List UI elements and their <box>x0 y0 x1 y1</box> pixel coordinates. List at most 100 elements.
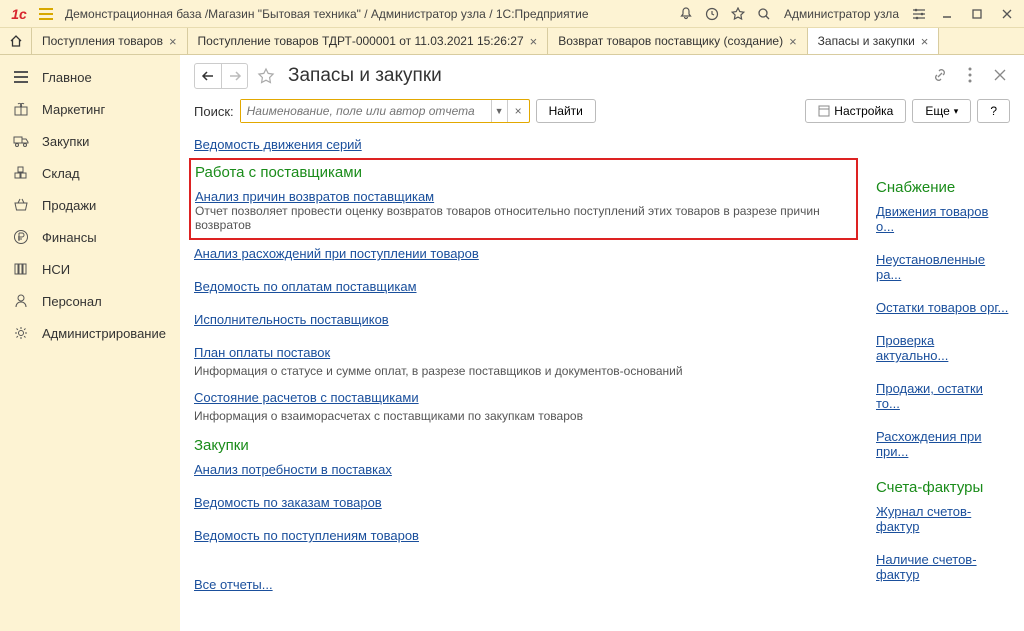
report-link-returns-analysis[interactable]: Анализ причин возвратов поставщикам <box>195 189 434 204</box>
tab-return[interactable]: Возврат товаров поставщику (создание) × <box>548 28 807 54</box>
report-description: Информация о статусе и сумме оплат, в ра… <box>194 364 858 378</box>
report-link[interactable]: Анализ расхождений при поступлении товар… <box>194 246 479 261</box>
sidebar-item-label: Персонал <box>42 294 102 309</box>
report-link[interactable]: Движения товаров о... <box>876 204 1010 234</box>
sidebar-item-label: НСИ <box>42 262 70 277</box>
report-link[interactable]: Анализ потребности в поставках <box>194 462 392 477</box>
boxes-icon <box>12 164 30 182</box>
page-title: Запасы и закупки <box>288 65 442 87</box>
user-label[interactable]: Администратор узла <box>778 7 905 21</box>
sidebar-item-nsi[interactable]: НСИ <box>0 253 180 285</box>
history-icon[interactable] <box>700 3 724 25</box>
sidebar-item-label: Главное <box>42 70 92 85</box>
truck-icon <box>12 132 30 150</box>
search-input[interactable] <box>241 100 491 122</box>
section-title-supply: Снабжение <box>876 179 1010 196</box>
tab-label: Поступления товаров <box>42 34 163 48</box>
list-icon <box>12 68 30 86</box>
back-button[interactable] <box>195 64 221 88</box>
main-column: Ведомость движения серий Работа с постав… <box>194 137 858 600</box>
forward-button[interactable] <box>221 64 247 88</box>
tab-receipts[interactable]: Поступления товаров × <box>32 28 188 54</box>
report-description: Информация о взаиморасчетах с поставщика… <box>194 409 858 423</box>
report-link[interactable]: План оплаты поставок <box>194 345 330 360</box>
settings-label: Настройка <box>834 104 893 118</box>
titlebar: 1c Демонстрационная база /Магазин "Бытов… <box>0 0 1024 28</box>
minimize-button[interactable] <box>933 3 961 25</box>
close-icon[interactable]: × <box>921 34 929 49</box>
more-icon[interactable] <box>960 65 980 85</box>
search-label: Поиск: <box>194 104 234 119</box>
clear-icon[interactable]: × <box>507 100 529 122</box>
tab-label: Запасы и закупки <box>818 34 915 48</box>
window-title: Демонстрационная база /Магазин "Бытовая … <box>57 7 674 21</box>
person-icon <box>12 292 30 310</box>
find-button[interactable]: Найти <box>536 99 596 123</box>
report-link[interactable]: Остатки товаров орг... <box>876 300 1008 315</box>
sidebar-item-warehouse[interactable]: Склад <box>0 157 180 189</box>
settings-bars-icon[interactable] <box>907 3 931 25</box>
report-link[interactable]: Проверка актуально... <box>876 333 1010 363</box>
sidebar-item-personnel[interactable]: Персонал <box>0 285 180 317</box>
sidebar: Главное Маркетинг Закупки Склад Продажи … <box>0 55 180 631</box>
favorite-button[interactable] <box>254 64 278 88</box>
close-panel-button[interactable] <box>990 65 1010 85</box>
sidebar-item-sales[interactable]: Продажи <box>0 189 180 221</box>
report-link[interactable]: Неустановленные ра... <box>876 252 1010 282</box>
app-logo: 1c <box>3 4 35 24</box>
dropdown-icon[interactable]: ▼ <box>491 100 507 122</box>
side-column: Снабжение Движения товаров о... Неустано… <box>876 137 1010 600</box>
section-title-suppliers: Работа с поставщиками <box>195 164 852 181</box>
help-button[interactable]: ? <box>977 99 1010 123</box>
ruble-icon <box>12 228 30 246</box>
sidebar-item-marketing[interactable]: Маркетинг <box>0 93 180 125</box>
highlighted-section: Работа с поставщиками Анализ причин возв… <box>189 158 858 240</box>
sidebar-item-label: Финансы <box>42 230 97 245</box>
close-icon[interactable]: × <box>530 34 538 49</box>
gear-icon <box>12 324 30 342</box>
more-label: Еще <box>925 104 949 118</box>
sidebar-item-main[interactable]: Главное <box>0 61 180 93</box>
all-reports-link[interactable]: Все отчеты... <box>194 577 273 592</box>
main-menu-icon[interactable] <box>35 3 57 25</box>
tab-receipt-doc[interactable]: Поступление товаров ТДРТ-000001 от 11.03… <box>188 28 549 54</box>
section-title-invoices: Счета-фактуры <box>876 479 1010 496</box>
report-link[interactable]: Ведомость движения серий <box>194 137 362 152</box>
search-box: ▼ × <box>240 99 530 123</box>
sidebar-item-purchases[interactable]: Закупки <box>0 125 180 157</box>
search-icon[interactable] <box>752 3 776 25</box>
report-link[interactable]: Ведомость по оплатам поставщикам <box>194 279 417 294</box>
report-link[interactable]: Состояние расчетов с поставщиками <box>194 390 419 405</box>
report-link[interactable]: Исполнительность поставщиков <box>194 312 389 327</box>
report-description: Отчет позволяет провести оценку возврато… <box>195 204 852 232</box>
report-link[interactable]: Продажи, остатки то... <box>876 381 1010 411</box>
content: Запасы и закупки Поиск: ▼ × Найти Настро… <box>180 55 1024 631</box>
report-link[interactable]: Журнал счетов-фактур <box>876 504 1010 534</box>
sidebar-item-label: Администрирование <box>42 326 166 341</box>
sidebar-item-label: Склад <box>42 166 80 181</box>
tabbar: Поступления товаров × Поступление товаро… <box>0 28 1024 55</box>
link-icon[interactable] <box>930 65 950 85</box>
sidebar-item-finance[interactable]: Финансы <box>0 221 180 253</box>
report-link[interactable]: Наличие счетов-фактур <box>876 552 1010 582</box>
sidebar-item-label: Продажи <box>42 198 96 213</box>
report-link[interactable]: Ведомость по поступлениям товаров <box>194 528 419 543</box>
section-title-purchases: Закупки <box>194 437 858 454</box>
tab-label: Возврат товаров поставщику (создание) <box>558 34 783 48</box>
gift-icon <box>12 100 30 118</box>
close-icon[interactable]: × <box>789 34 797 49</box>
close-icon[interactable]: × <box>169 34 177 49</box>
settings-button[interactable]: Настройка <box>805 99 906 123</box>
sidebar-item-label: Закупки <box>42 134 89 149</box>
report-link[interactable]: Расхождения при при... <box>876 429 1010 459</box>
home-tab[interactable] <box>0 28 32 54</box>
more-button[interactable]: Еще ▾ <box>912 99 971 123</box>
close-button[interactable] <box>993 3 1021 25</box>
star-icon[interactable] <box>726 3 750 25</box>
tab-label: Поступление товаров ТДРТ-000001 от 11.03… <box>198 34 524 48</box>
sidebar-item-admin[interactable]: Администрирование <box>0 317 180 349</box>
bell-icon[interactable] <box>674 3 698 25</box>
report-link[interactable]: Ведомость по заказам товаров <box>194 495 382 510</box>
tab-inventory[interactable]: Запасы и закупки × <box>808 28 940 54</box>
maximize-button[interactable] <box>963 3 991 25</box>
